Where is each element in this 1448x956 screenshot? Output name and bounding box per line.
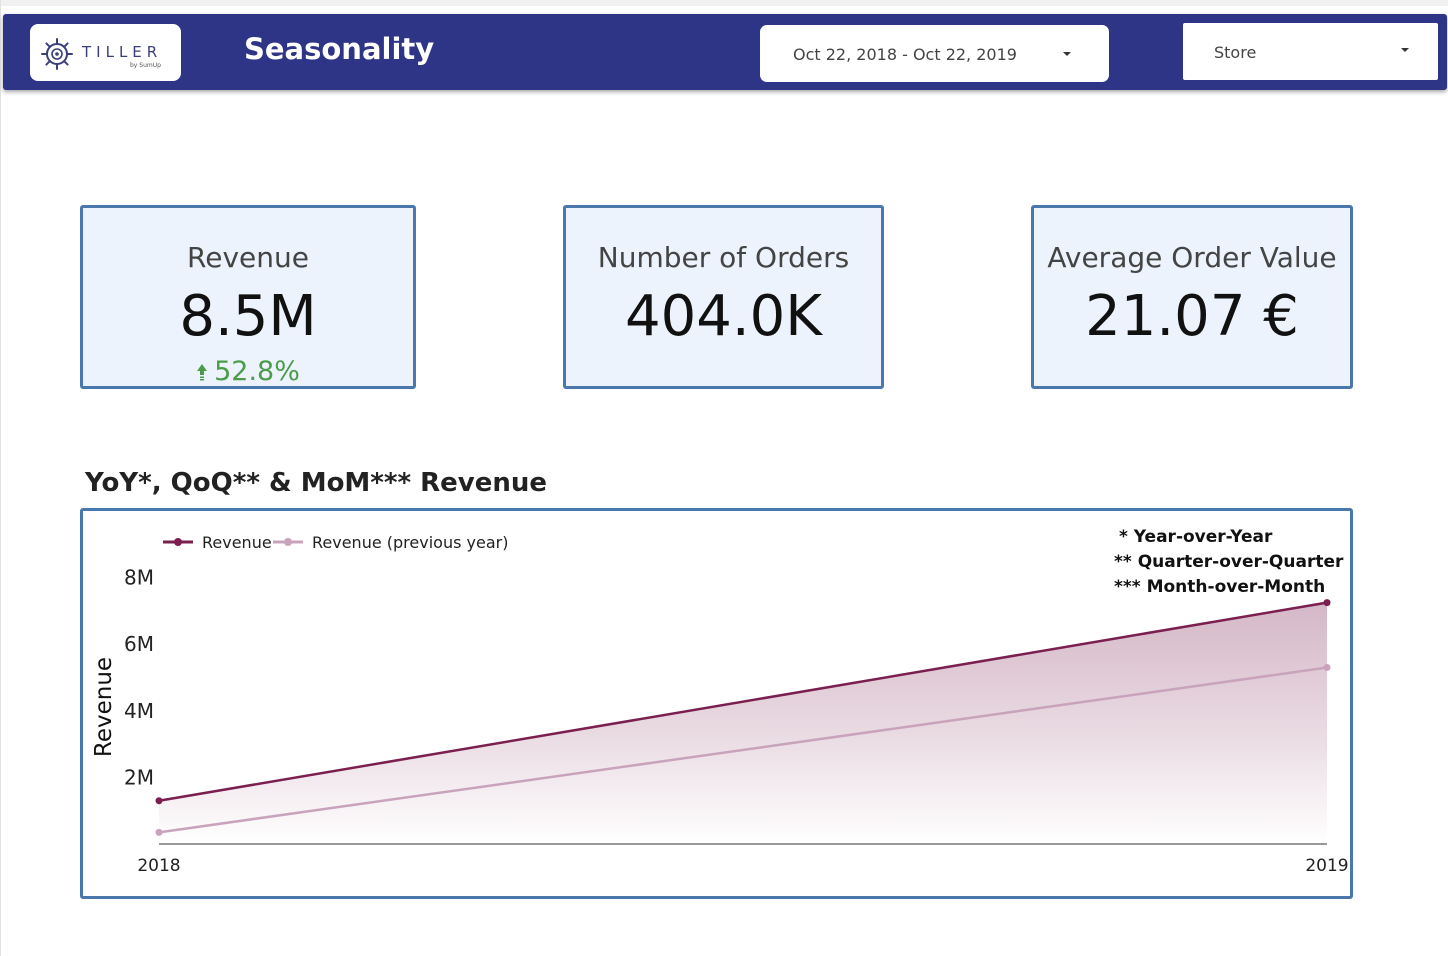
top-border — [1, 0, 1448, 6]
x-tick-label: 2019 — [1305, 856, 1348, 876]
data-point — [1323, 599, 1331, 607]
x-tick-label: 2018 — [137, 856, 180, 876]
page-title: Seasonality — [244, 32, 435, 66]
data-point — [155, 797, 163, 805]
legend-label: Revenue (previous year) — [312, 533, 508, 552]
y-tick-label: 4M — [124, 699, 154, 723]
kpi-card-orders: Number of Orders 404.0K — [563, 205, 884, 389]
caret-down-icon — [1401, 48, 1409, 52]
logo-wordmark: TILLER — [82, 43, 163, 61]
store-dropdown[interactable]: Store — [1183, 23, 1438, 80]
date-range-value: Oct 22, 2018 - Oct 22, 2019 — [793, 45, 1017, 64]
ship-wheel-icon — [41, 38, 73, 70]
kpi-value: 8.5M — [179, 284, 317, 349]
legend-label: Revenue — [202, 533, 272, 552]
legend-swatch-dot — [284, 538, 292, 546]
tiller-logo[interactable]: TILLER by SumUp — [30, 24, 181, 81]
caret-down-icon — [1063, 52, 1071, 56]
data-point — [155, 828, 163, 836]
y-tick-label: 2M — [124, 765, 154, 789]
data-point — [1323, 664, 1331, 672]
legend-swatch-dot — [174, 538, 182, 546]
footnote-mom: *** Month-over-Month — [1114, 577, 1326, 597]
logo-subtitle: by SumUp — [130, 62, 161, 69]
y-tick-label: 8M — [124, 566, 154, 590]
kpi-value: 404.0K — [624, 284, 823, 349]
kpi-label: Number of Orders — [597, 241, 850, 274]
y-axis-label: Revenue — [91, 657, 117, 757]
kpi-delta-value: 52.8% — [214, 356, 300, 387]
y-tick-label: 6M — [124, 632, 154, 656]
kpi-value: 21.07 € — [1085, 284, 1299, 349]
chart-title: YoY*, QoQ** & MoM*** Revenue — [85, 468, 548, 498]
kpi-label: Average Order Value — [1047, 241, 1337, 274]
store-label: Store — [1214, 43, 1257, 62]
footnote-qoq: ** Quarter-over-Quarter — [1114, 552, 1344, 572]
kpi-label: Revenue — [187, 241, 309, 274]
revenue-chart: 2M 4M 6M 8M 2018 2019 Revenue Revenue Revenue (p… — [80, 508, 1353, 899]
kpi-card-revenue: Revenue 8.5M 52.8% — [80, 205, 416, 389]
kpi-card-average-order-value: Average Order Value 21.07 € — [1031, 205, 1353, 389]
footnote-yoy: * Year-over-Year — [1119, 527, 1273, 547]
date-range-dropdown[interactable]: Oct 22, 2018 - Oct 22, 2019 — [760, 25, 1109, 82]
kpi-delta: 52.8% — [83, 356, 413, 387]
arrow-up-icon — [197, 363, 208, 380]
